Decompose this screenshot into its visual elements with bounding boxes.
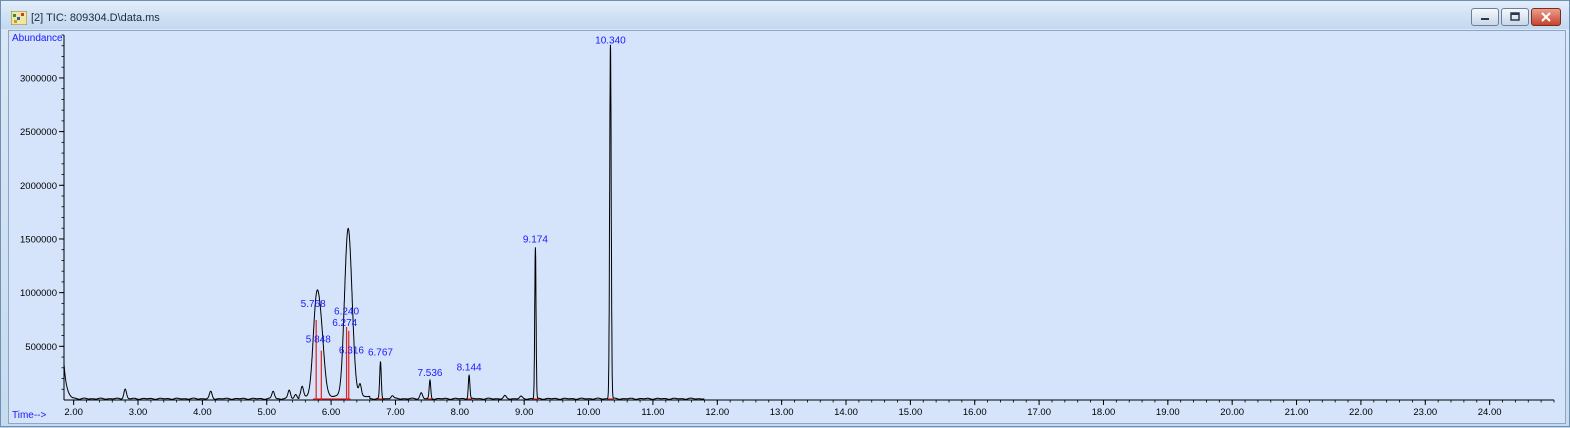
peak-label: 9.174 xyxy=(523,235,548,246)
close-icon xyxy=(1541,12,1551,22)
x-tick-label: 6.00 xyxy=(322,407,341,418)
chromatogram-plot-area[interactable]: Abundance Time--> 500000 1000000 1500000 20… xyxy=(8,30,1566,424)
peak-label: 6.316 xyxy=(339,345,364,356)
x-tick-label: 2.00 xyxy=(64,407,83,418)
x-tick-label: 16.00 xyxy=(963,407,987,418)
x-tick-label: 23.00 xyxy=(1413,407,1437,418)
axes: 500000 1000000 1500000 2000000 2500000 300000… xyxy=(20,34,1555,418)
y-tick-label: 2000000 xyxy=(20,181,57,192)
peak-label: 10.340 xyxy=(595,36,626,47)
y-tick-label: 2500000 xyxy=(20,127,57,138)
maximize-icon xyxy=(1510,12,1520,21)
maximize-button[interactable] xyxy=(1501,8,1529,26)
y-tick-label: 3000000 xyxy=(20,73,57,84)
title-bar[interactable]: [2] TIC: 809304.D\data.ms xyxy=(1,1,1569,29)
x-tick-label: 10.00 xyxy=(577,407,601,418)
x-tick-label: 22.00 xyxy=(1349,407,1373,418)
window-title: [2] TIC: 809304.D\data.ms xyxy=(31,12,160,24)
x-tick-label: 8.00 xyxy=(451,407,470,418)
y-tick-label: 1500000 xyxy=(20,234,57,245)
x-tick-label: 21.00 xyxy=(1285,407,1309,418)
x-tick-label: 15.00 xyxy=(898,407,922,418)
chromatogram-chart: Abundance Time--> 500000 1000000 1500000 20… xyxy=(12,33,1555,421)
chromatogram-window: [2] TIC: 809304.D\data.ms Abundance Time… xyxy=(0,0,1570,427)
chromatogram-app-icon xyxy=(11,11,27,25)
peak-labels: 5.768 5.848 6.2406.274 6.316 6.767 7.536 8.144… xyxy=(301,36,627,379)
tic-trace-line xyxy=(63,44,705,400)
y-axis-label: Abundance xyxy=(12,33,63,44)
x-tick-label: 11.00 xyxy=(641,407,664,418)
x-tick-label: 17.00 xyxy=(1027,407,1051,418)
peak-label: 6.240 xyxy=(334,307,359,318)
minimize-icon xyxy=(1481,18,1489,20)
x-tick-label: 24.00 xyxy=(1478,407,1502,418)
peak-label: 5.848 xyxy=(306,334,331,345)
close-button[interactable] xyxy=(1531,8,1561,26)
x-tick-label: 3.00 xyxy=(129,407,148,418)
x-tick-label: 20.00 xyxy=(1220,407,1244,418)
peak-label: 5.768 xyxy=(301,299,326,310)
peak-label: 6.274 xyxy=(332,318,357,329)
peak-label: 7.536 xyxy=(417,368,442,379)
tic-trace xyxy=(63,44,705,400)
x-tick-label: 14.00 xyxy=(834,407,858,418)
y-tick-label: 1000000 xyxy=(20,288,57,299)
x-tick-label: 12.00 xyxy=(705,407,729,418)
y-tick-label: 500000 xyxy=(25,342,57,353)
x-tick-label: 19.00 xyxy=(1156,407,1180,418)
peak-label: 6.767 xyxy=(368,348,393,359)
x-tick-label: 5.00 xyxy=(257,407,276,418)
x-tick-label: 7.00 xyxy=(386,407,405,418)
x-tick-label: 9.00 xyxy=(515,407,534,418)
x-tick-label: 13.00 xyxy=(770,407,794,418)
minimize-button[interactable] xyxy=(1471,8,1499,26)
x-tick-label: 18.00 xyxy=(1092,407,1116,418)
x-tick-label: 4.00 xyxy=(193,407,212,418)
x-axis-label: Time--> xyxy=(12,410,47,421)
peak-label: 8.144 xyxy=(457,362,482,373)
